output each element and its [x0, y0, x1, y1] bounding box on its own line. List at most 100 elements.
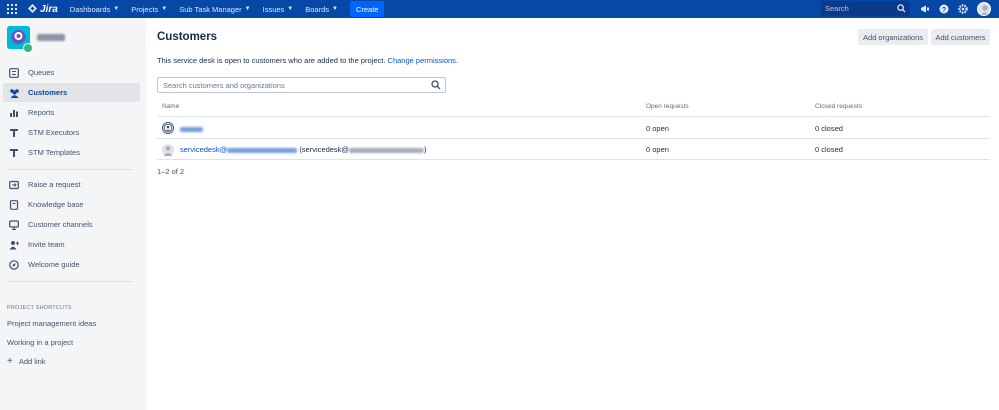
- reports-icon: [8, 107, 20, 119]
- settings-icon[interactable]: [957, 3, 969, 15]
- customers-icon: [8, 87, 20, 99]
- table-row-closed-requests: 0 closed: [815, 145, 843, 154]
- chevron-down-icon: ▼: [113, 6, 120, 12]
- project-type-badge: [23, 43, 33, 53]
- nav-dashboards-label: Dashboards: [69, 4, 111, 14]
- column-header-open-requests[interactable]: Open requests: [646, 103, 689, 110]
- stm-templates-icon: [8, 147, 20, 159]
- sidebar-item-customer-channels[interactable]: Customer channels: [3, 215, 140, 234]
- search-icon: [897, 4, 906, 13]
- global-search-placeholder: Search: [825, 4, 849, 13]
- sidebar-item-label: Queues: [28, 68, 55, 77]
- sidebar-item-label: Customers: [28, 88, 68, 97]
- redacted-customer-name: [180, 126, 203, 132]
- customer-search-placeholder: Search customers and organizations: [163, 80, 285, 90]
- shortcut-working-in-a-project[interactable]: Working in a project: [7, 338, 73, 347]
- customer-email-secondary: (servicedesk@: [299, 145, 350, 154]
- column-header-closed-requests[interactable]: Closed requests: [815, 103, 862, 110]
- customer-avatar: [162, 144, 174, 156]
- svg-text:?: ?: [942, 7, 946, 14]
- project-name-redacted[interactable]: [37, 34, 65, 41]
- create-button[interactable]: Create: [349, 1, 385, 17]
- sidebar-divider: [7, 169, 133, 170]
- chevron-down-icon: ▼: [287, 6, 294, 12]
- customer-email-link[interactable]: servicedesk@: [180, 145, 227, 154]
- page-title: Customers: [157, 31, 218, 43]
- global-search-input[interactable]: Search: [821, 1, 910, 16]
- sidebar-item-label: Raise a request: [28, 180, 81, 189]
- project-sidebar: Queues Customers Reports STM Executors S…: [0, 18, 146, 410]
- queues-icon: [8, 67, 20, 79]
- add-link-label: Add link: [18, 357, 46, 366]
- sidebar-divider: [7, 281, 133, 282]
- chevron-down-icon: ▼: [161, 6, 168, 12]
- sidebar-item-label: Invite team: [28, 240, 65, 249]
- help-icon[interactable]: ?: [938, 3, 950, 15]
- welcome-guide-icon: [8, 259, 20, 271]
- add-link-button[interactable]: + Add link: [7, 356, 46, 367]
- pagination-summary: 1–2 of 2: [157, 167, 185, 176]
- sidebar-item-stm-executors[interactable]: STM Executors: [3, 123, 140, 142]
- table-row-customer-name[interactable]: [180, 124, 203, 133]
- table-row-divider: [157, 138, 990, 139]
- customer-channels-icon: [8, 219, 20, 231]
- jira-logo-text: Jira: [40, 3, 58, 15]
- nav-sub-task-manager-label: Sub Task Manager: [179, 4, 242, 14]
- redacted-email-domain: [349, 147, 425, 153]
- top-navigation-bar: Jira Dashboards ▼ Projects ▼ Sub Task Mana…: [0, 0, 999, 18]
- notification-icon[interactable]: [919, 3, 931, 15]
- knowledge-base-icon: [8, 199, 20, 211]
- sidebar-item-label: Customer channels: [28, 220, 93, 229]
- raise-request-icon: [8, 179, 20, 191]
- table-row-closed-requests: 0 closed: [815, 124, 843, 133]
- sidebar-item-queues[interactable]: Queues: [3, 63, 140, 82]
- sidebar-item-label: STM Templates: [28, 148, 80, 157]
- nav-boards-label: Boards: [305, 4, 330, 14]
- sidebar-item-welcome-guide[interactable]: Welcome guide: [3, 255, 140, 274]
- sidebar-item-label: Reports: [28, 108, 55, 117]
- add-organizations-button[interactable]: Add organizations: [858, 29, 928, 45]
- nav-boards[interactable]: Boards ▼: [305, 5, 338, 14]
- service-desk-description: This service desk is open to customers w…: [157, 56, 458, 65]
- nav-dashboards[interactable]: Dashboards ▼: [70, 5, 119, 14]
- sidebar-item-raise-request[interactable]: Raise a request: [3, 175, 140, 194]
- sidebar-item-customers[interactable]: Customers: [3, 83, 140, 102]
- column-header-name[interactable]: Name: [162, 103, 179, 110]
- nav-sub-task-manager[interactable]: Sub Task Manager ▼: [179, 5, 250, 14]
- table-row-open-requests: 0 open: [646, 124, 669, 133]
- customer-email-close-paren: ): [424, 145, 427, 154]
- add-customers-button[interactable]: Add customers: [931, 29, 990, 45]
- project-shortcuts-heading: PROJECT SHORTCUTS: [7, 305, 72, 311]
- chevron-down-icon: ▼: [244, 6, 251, 12]
- nav-projects-label: Projects: [131, 4, 159, 14]
- description-text: This service desk is open to customers w…: [157, 56, 386, 65]
- nav-issues-label: Issues: [262, 4, 285, 14]
- table-row-divider: [157, 159, 990, 160]
- invite-team-icon: [8, 239, 20, 251]
- nav-projects[interactable]: Projects ▼: [131, 5, 167, 14]
- customer-search-input[interactable]: Search customers and organizations: [157, 77, 446, 93]
- search-icon: [431, 80, 441, 90]
- sidebar-item-label: Knowledge base: [28, 200, 84, 209]
- sidebar-item-label: Welcome guide: [28, 260, 80, 269]
- table-row-open-requests: 0 open: [646, 145, 669, 154]
- stm-executors-icon: [8, 127, 20, 139]
- sidebar-item-knowledge-base[interactable]: Knowledge base: [3, 195, 140, 214]
- plus-icon: +: [7, 356, 13, 367]
- jira-logo[interactable]: Jira: [28, 4, 58, 15]
- customer-avatar: [162, 122, 174, 134]
- table-row-customer-name[interactable]: servicedesk@ (servicedesk@): [180, 145, 427, 154]
- sidebar-item-label: STM Executors: [28, 128, 80, 137]
- sidebar-item-reports[interactable]: Reports: [3, 103, 140, 122]
- redacted-email-domain: [227, 147, 298, 153]
- table-header-divider: [157, 116, 990, 117]
- sidebar-item-stm-templates[interactable]: STM Templates: [3, 143, 140, 162]
- jira-logo-icon: [28, 4, 37, 13]
- chevron-down-icon: ▼: [332, 6, 338, 12]
- shortcut-project-management-ideas[interactable]: Project management ideas: [7, 319, 96, 328]
- apps-grid-icon[interactable]: [3, 0, 21, 18]
- change-permissions-link[interactable]: Change permissions.: [388, 56, 458, 65]
- sidebar-item-invite-team[interactable]: Invite team: [3, 235, 140, 254]
- user-avatar[interactable]: [977, 2, 991, 16]
- nav-issues[interactable]: Issues ▼: [263, 5, 294, 14]
